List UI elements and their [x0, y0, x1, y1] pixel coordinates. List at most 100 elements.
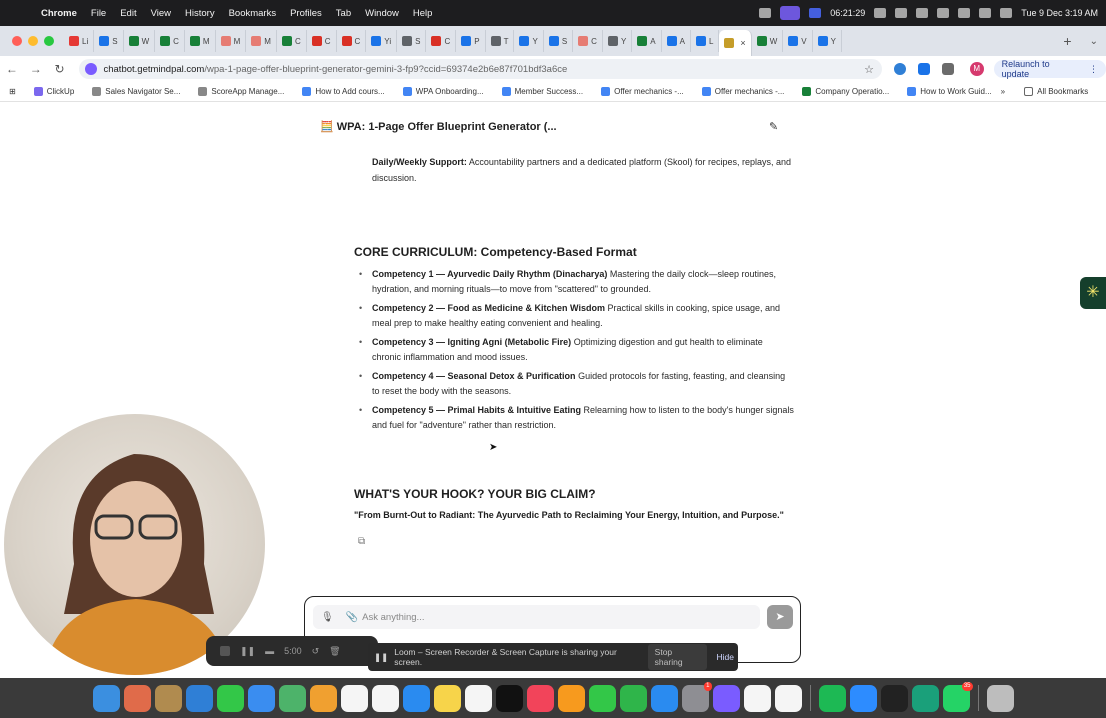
dock-finder-icon[interactable]: [92, 684, 120, 712]
dock-feedback-icon[interactable]: [712, 684, 740, 712]
minimize-window-button[interactable]: [28, 36, 38, 46]
bookmark-star-icon[interactable]: ☆: [864, 63, 874, 76]
browser-tab[interactable]: Y: [603, 30, 633, 52]
forward-arrow-icon[interactable]: →: [24, 62, 48, 76]
search-icon[interactable]: [979, 8, 992, 18]
bookmark-item[interactable]: Sales Navigator Se...: [83, 87, 189, 96]
browser-tab[interactable]: ×: [719, 30, 752, 56]
apps-grid-icon[interactable]: ⊞: [0, 87, 25, 96]
browser-tab[interactable]: A: [632, 30, 662, 52]
menu-app-name[interactable]: Chrome: [34, 8, 84, 19]
dock-notes-icon[interactable]: [433, 684, 461, 712]
menu-profiles[interactable]: Profiles: [283, 8, 329, 19]
dock-keynote-icon[interactable]: [402, 684, 430, 712]
bookmark-item[interactable]: Offer mechanics -...: [693, 87, 794, 96]
browser-tab[interactable]: S: [544, 30, 574, 52]
dock-reminders-icon[interactable]: [371, 684, 399, 712]
dock-music-icon[interactable]: [526, 684, 554, 712]
hide-sharing-bar-button[interactable]: Hide: [713, 649, 738, 665]
dock-activity-monitor-icon[interactable]: [880, 684, 908, 712]
copy-icon[interactable]: ⧉: [354, 534, 794, 550]
new-chat-edit-icon[interactable]: ✎: [769, 120, 778, 133]
dock-facetime-icon[interactable]: [588, 684, 616, 712]
dock-spotify-icon[interactable]: [818, 684, 846, 712]
profile-avatar[interactable]: M: [969, 62, 984, 76]
dock-appstore-icon[interactable]: [650, 684, 678, 712]
address-bar[interactable]: chatbot.getmindpal.com/wpa-1-page-offer-…: [79, 59, 882, 79]
all-bookmarks-button[interactable]: All Bookmarks: [1015, 87, 1097, 96]
browser-tab[interactable]: T: [486, 30, 515, 52]
window-icon[interactable]: [916, 8, 929, 18]
dock-whatsapp-icon[interactable]: 35: [942, 681, 973, 712]
new-tab-button[interactable]: +: [1053, 33, 1081, 49]
browser-tab[interactable]: M: [246, 30, 277, 52]
stop-sharing-button[interactable]: Stop sharing: [647, 644, 707, 670]
send-button[interactable]: ➤: [767, 605, 793, 629]
browser-tab[interactable]: C: [573, 30, 603, 52]
browser-tab[interactable]: A: [662, 30, 691, 52]
dock-loom-icon[interactable]: [911, 684, 939, 712]
browser-tab[interactable]: Yi: [366, 30, 398, 52]
menu-help[interactable]: Help: [406, 8, 440, 19]
more-bookmarks-icon[interactable]: »: [1001, 87, 1005, 96]
dock-trash-icon[interactable]: [986, 684, 1014, 712]
browser-tab[interactable]: C: [155, 30, 185, 52]
back-arrow-icon[interactable]: ←: [0, 62, 24, 76]
bookmark-item[interactable]: How to Add cours...: [293, 87, 393, 96]
dock-maps-icon[interactable]: [278, 684, 306, 712]
status-icon[interactable]: [759, 8, 772, 18]
bookmark-item[interactable]: Company Operatio...: [793, 87, 898, 96]
browser-tab[interactable]: L: [691, 30, 720, 52]
reload-icon[interactable]: ↻: [48, 62, 72, 76]
clock[interactable]: Tue 9 Dec 3:19 AM: [1021, 8, 1098, 18]
attachment-icon[interactable]: 📎: [346, 612, 358, 623]
browser-tab[interactable]: S: [94, 30, 124, 52]
chat-input[interactable]: 🎙 📎 Ask anything...: [313, 605, 760, 629]
dock-launchpad-icon[interactable]: [123, 684, 151, 712]
menu-view[interactable]: View: [144, 8, 178, 19]
pause-icon[interactable]: ❚❚: [240, 646, 255, 657]
close-window-button[interactable]: [12, 36, 22, 46]
stop-recording-icon[interactable]: [220, 646, 230, 656]
browser-tab[interactable]: Y: [813, 30, 842, 52]
dock-folder-icon[interactable]: [154, 684, 182, 712]
dock-messages-icon[interactable]: [216, 684, 244, 712]
battery-icon[interactable]: [937, 8, 950, 18]
dock-calendar-icon[interactable]: [340, 684, 368, 712]
browser-tab[interactable]: W: [752, 30, 784, 52]
bookmark-item[interactable]: WPA Onboarding...: [394, 87, 493, 96]
dock-photos-icon[interactable]: [309, 684, 337, 712]
extensions-puzzle-icon[interactable]: [941, 63, 954, 75]
menu-window[interactable]: Window: [358, 8, 406, 19]
recording-timer[interactable]: 06:21:29: [830, 8, 865, 18]
site-info-icon[interactable]: [85, 63, 98, 75]
dock-appletv-icon[interactable]: [495, 684, 523, 712]
browser-tab[interactable]: Li: [64, 30, 95, 52]
browser-tab[interactable]: C: [337, 30, 367, 52]
more-menu-icon[interactable]: ⋮: [1089, 64, 1098, 75]
dark-mode-icon[interactable]: [895, 8, 908, 18]
extension-icon[interactable]: [893, 63, 906, 75]
bookmark-item[interactable]: ScoreApp Manage...: [189, 87, 293, 96]
screen-share-icon[interactable]: [780, 6, 801, 20]
dock-pages-icon[interactable]: [557, 684, 585, 712]
zoom-status-icon[interactable]: [809, 8, 822, 18]
extension-icon[interactable]: [917, 63, 930, 75]
browser-tab[interactable]: C: [277, 30, 307, 52]
dock-safari-icon[interactable]: [185, 684, 213, 712]
close-tab-icon[interactable]: ×: [740, 38, 745, 48]
browser-tab[interactable]: C: [307, 30, 337, 52]
dock-chrome-icon[interactable]: [774, 684, 802, 712]
browser-tab[interactable]: M: [216, 30, 247, 52]
bookmark-item[interactable]: Member Success...: [493, 87, 592, 96]
browser-tab[interactable]: W: [124, 30, 156, 52]
browser-tab[interactable]: S: [397, 30, 427, 52]
menu-bookmarks[interactable]: Bookmarks: [222, 8, 284, 19]
browser-tab[interactable]: C: [426, 30, 457, 52]
bookmark-item[interactable]: Offer mechanics -...: [592, 87, 693, 96]
menu-file[interactable]: File: [84, 8, 113, 19]
bookmark-item[interactable]: How to Work Guid...: [898, 87, 1000, 96]
bookmark-item[interactable]: ClickUp: [25, 87, 84, 96]
mute-icon[interactable]: ▬: [265, 646, 274, 656]
dock-textedit-icon[interactable]: [743, 684, 771, 712]
